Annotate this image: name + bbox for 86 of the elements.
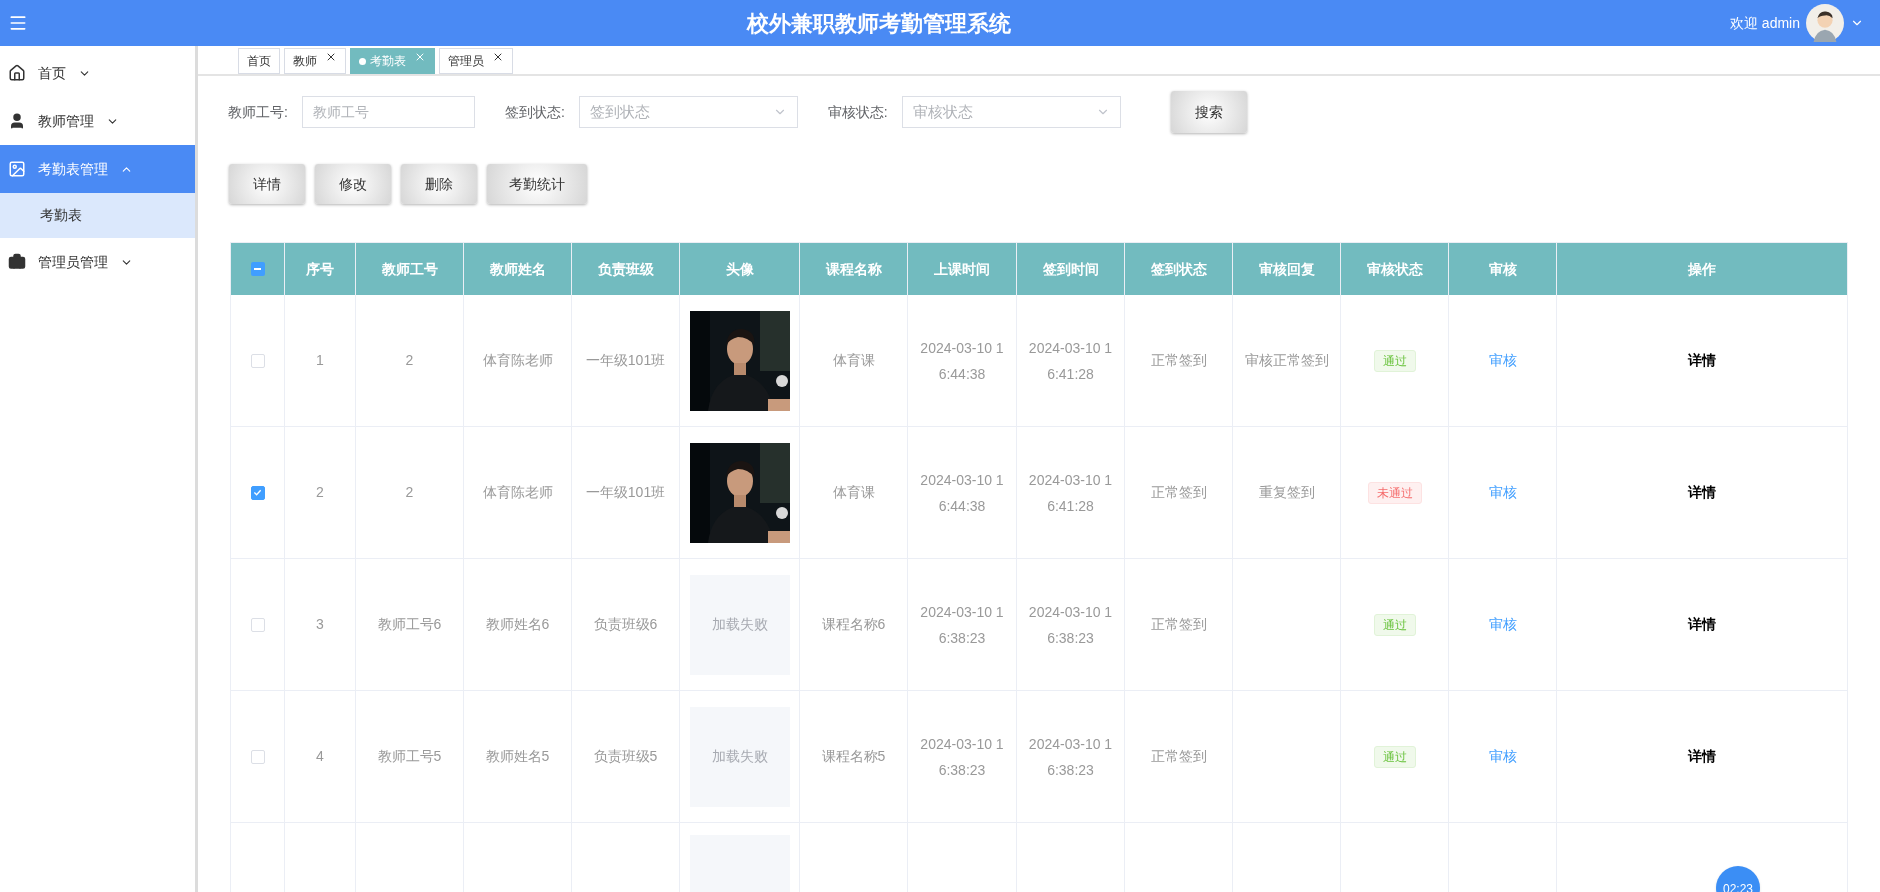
- teacher-id: 教师工号5: [377, 747, 442, 766]
- course-name: 课程名称6: [821, 615, 886, 634]
- column-header: 签到状态: [1150, 259, 1207, 279]
- search-button[interactable]: 搜索: [1170, 91, 1247, 133]
- app-title: 校外兼职教师考勤管理系统: [747, 9, 1011, 38]
- checkin-time: 2024-03-10 16:41:28: [1027, 470, 1114, 516]
- briefcase-icon: [8, 253, 26, 271]
- review-reply: 审核正常签到: [1244, 351, 1329, 370]
- tab[interactable]: 首页: [238, 48, 280, 74]
- action-button[interactable]: 修改: [315, 164, 391, 204]
- column-header: 教师工号: [381, 259, 438, 279]
- teacher-name: 体育陈老师: [482, 351, 553, 370]
- details-link[interactable]: 详情: [1688, 614, 1716, 635]
- class-name: 负责班级5: [593, 747, 658, 766]
- teacher-name: 体育陈老师: [482, 483, 553, 502]
- course-name: 体育课: [832, 483, 875, 502]
- teacher-name: 教师姓名6: [485, 615, 550, 634]
- checkin-status: 正常签到: [1150, 351, 1207, 370]
- teacher-id: 2: [405, 351, 414, 370]
- tab[interactable]: 管理员: [439, 48, 513, 74]
- close-icon[interactable]: [325, 51, 337, 63]
- check-icon: [253, 488, 262, 497]
- action-button[interactable]: 考勤统计: [487, 164, 587, 204]
- filter-label: 签到状态:: [504, 102, 565, 122]
- column-header: 负责班级: [597, 259, 654, 279]
- class-name: 一年级101班: [585, 351, 666, 370]
- menu-icon[interactable]: [8, 13, 28, 33]
- sidebar-item[interactable]: 管理员管理: [0, 238, 195, 286]
- status-tag: 通过: [1373, 349, 1416, 372]
- teacher-id: 教师工号6: [377, 615, 442, 634]
- row-checkbox[interactable]: [250, 485, 265, 500]
- column-header: 教师姓名: [489, 259, 546, 279]
- teacher-name: 教师姓名5: [485, 747, 550, 766]
- sidebar-item[interactable]: 教师管理: [0, 97, 195, 145]
- class-time: 2024-03-10 16:38:23: [919, 734, 1005, 780]
- sidebar-item[interactable]: 首页: [0, 49, 195, 97]
- select-all-checkbox[interactable]: [250, 262, 265, 276]
- filter-label: 审核状态:: [827, 102, 888, 122]
- action-button[interactable]: 详情: [229, 164, 305, 204]
- details-link[interactable]: 详情: [1688, 746, 1716, 767]
- checkin-time: 2024-03-10 16:38:23: [1027, 602, 1114, 648]
- column-header: 审核状态: [1366, 259, 1423, 279]
- class-name: 一年级101班: [585, 483, 666, 502]
- avatar-icon[interactable]: [1806, 4, 1844, 42]
- class-time: 2024-03-10 16:44:38: [919, 470, 1005, 516]
- action-button[interactable]: 删除: [401, 164, 477, 204]
- class-name: 负责班级6: [593, 615, 658, 634]
- row-number: 1: [316, 351, 324, 370]
- status-tag: 未通过: [1367, 481, 1422, 504]
- load-failed-text: 加载失败: [711, 747, 768, 766]
- column-header: 上课时间: [934, 259, 990, 279]
- home-icon: [8, 64, 26, 82]
- status-tag: 通过: [1373, 745, 1416, 768]
- column-header: 课程名称: [825, 259, 882, 279]
- row-number: 2: [316, 483, 324, 502]
- teacher-id: 2: [405, 483, 414, 502]
- status-tag: 通过: [1373, 613, 1416, 636]
- review-reply: 重复签到: [1258, 483, 1315, 502]
- course-name: 课程名称5: [821, 747, 886, 766]
- column-header: 审核: [1488, 259, 1517, 279]
- close-icon[interactable]: [492, 51, 504, 63]
- load-failed-text: 加载失败: [711, 615, 768, 634]
- checkin-status: 正常签到: [1150, 483, 1207, 502]
- column-header: 序号: [306, 259, 334, 279]
- column-header: 签到时间: [1042, 259, 1099, 279]
- course-name: 体育课: [832, 351, 875, 370]
- details-link[interactable]: 详情: [1688, 350, 1716, 371]
- user-icon: [8, 112, 26, 130]
- welcome-text: 欢迎 admin: [1729, 13, 1800, 33]
- checkin-time: 2024-03-10 16:41:28: [1027, 338, 1114, 384]
- checkin-status: 正常签到: [1150, 615, 1207, 634]
- details-link[interactable]: 详情: [1688, 482, 1716, 503]
- input-field[interactable]: 教师工号: [301, 96, 475, 128]
- checkin-status: 正常签到: [1150, 747, 1207, 766]
- column-header: 操作: [1688, 259, 1716, 279]
- sidebar-subitem[interactable]: 考勤表: [0, 193, 195, 238]
- class-time: 2024-03-10 16:44:38: [919, 338, 1005, 384]
- tab[interactable]: 教师: [284, 48, 346, 74]
- checkin-time: 2024-03-10 16:38:23: [1027, 734, 1114, 780]
- column-header: 头像: [725, 259, 754, 279]
- row-number: 4: [316, 747, 324, 766]
- image-icon: [8, 160, 26, 178]
- row-number: 3: [316, 615, 324, 634]
- class-time: 2024-03-10 16:38:23: [919, 602, 1005, 648]
- column-header: 审核回复: [1258, 259, 1315, 279]
- filter-label: 教师工号:: [228, 102, 288, 122]
